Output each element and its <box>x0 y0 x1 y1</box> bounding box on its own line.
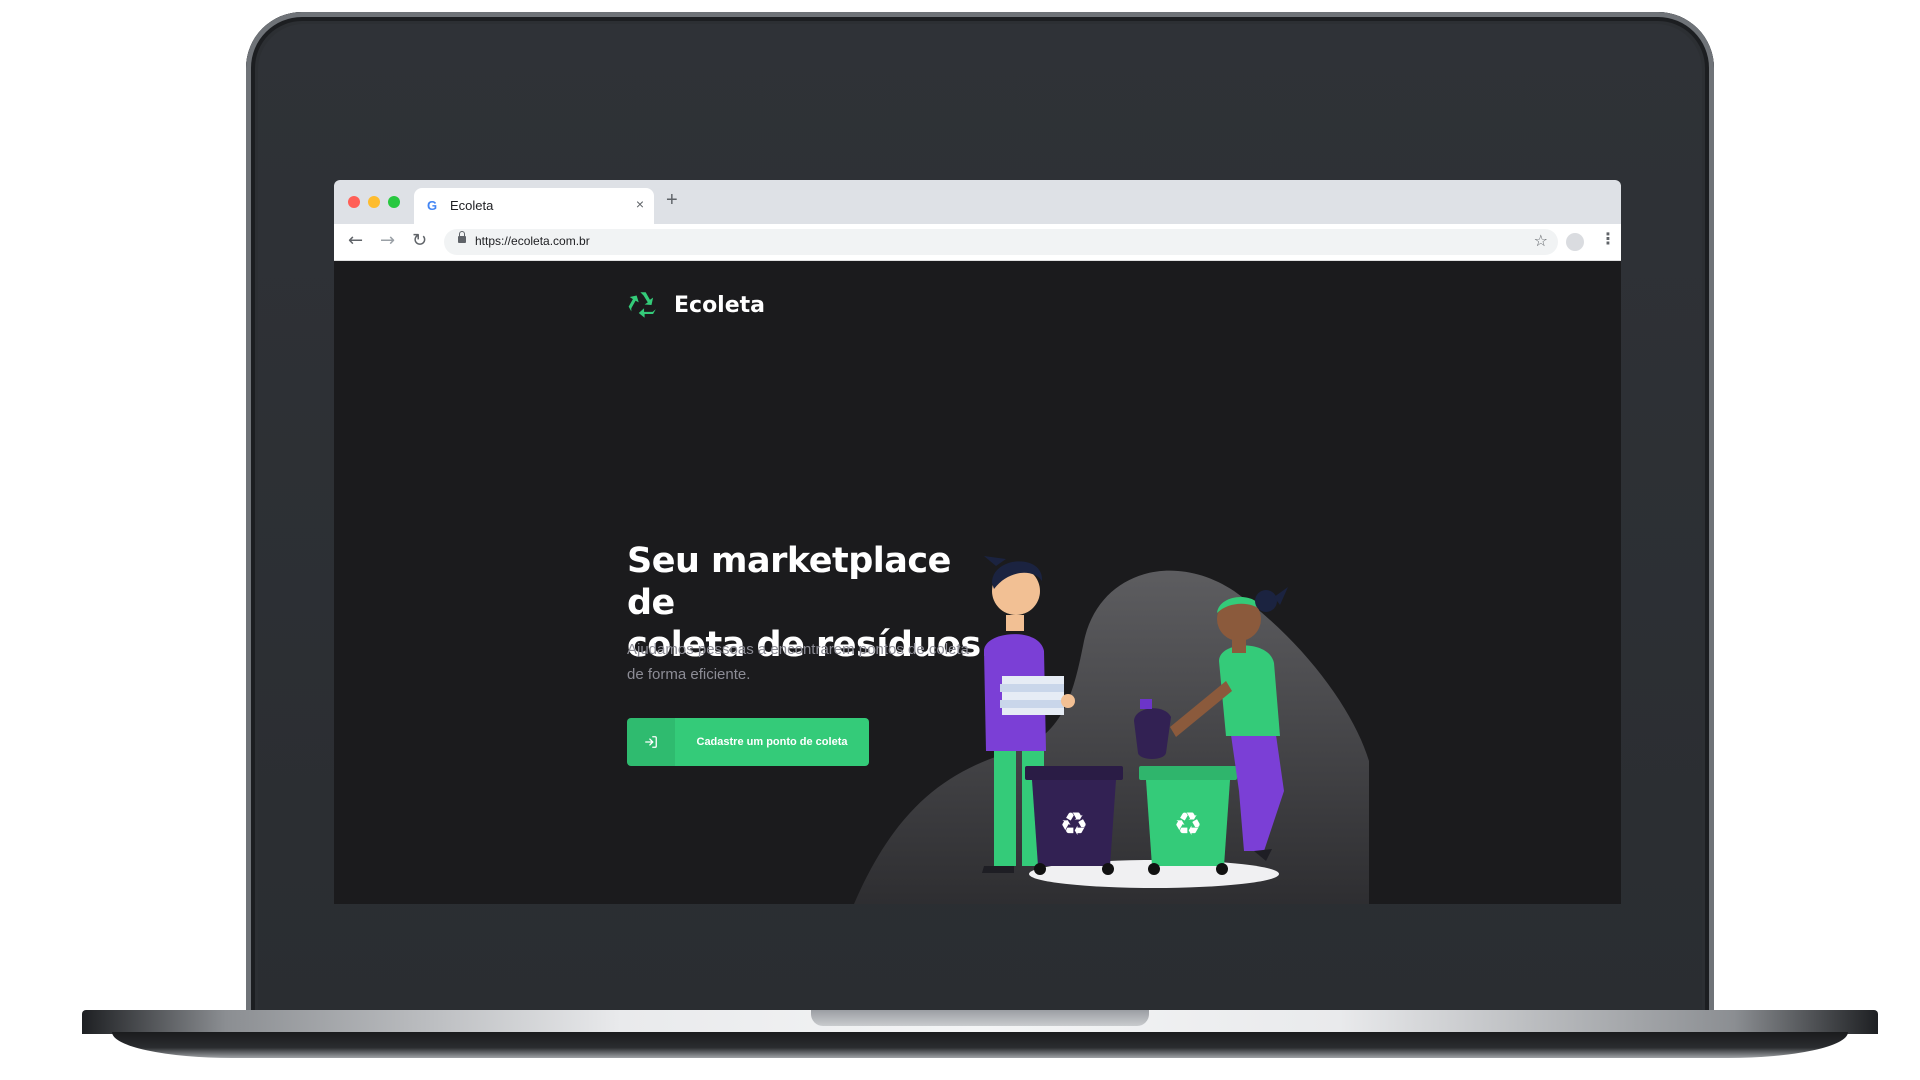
browser-window: G Ecoleta × + ← → ↻ https://ecoleta.com.… <box>334 180 1621 904</box>
svg-text:♻: ♻ <box>1060 805 1089 843</box>
register-collection-point-button[interactable]: Cadastre um ponto de coleta <box>627 718 869 766</box>
cta-icon-box <box>627 718 675 766</box>
browser-toolbar: ← → ↻ https://ecoleta.com.br ☆ ⋮ <box>334 224 1621 261</box>
google-g-icon: G <box>427 198 438 213</box>
profile-avatar[interactable] <box>1566 233 1584 251</box>
address-bar[interactable]: https://ecoleta.com.br ☆ <box>444 229 1558 255</box>
arrow-left-icon[interactable]: ← <box>348 230 363 252</box>
arrow-right-icon[interactable]: → <box>380 230 395 252</box>
new-tab-icon[interactable]: + <box>666 189 678 212</box>
dark-recycle-bin: ♻ <box>1025 766 1123 875</box>
url-text[interactable]: https://ecoleta.com.br <box>475 234 590 248</box>
subtitle-line-2: de forma eficiente. <box>627 666 751 683</box>
laptop-foot <box>112 1032 1848 1058</box>
close-window-button[interactable] <box>348 196 360 208</box>
tab-title: Ecoleta <box>450 198 494 213</box>
tab-strip: G Ecoleta × + <box>334 180 1621 224</box>
brand-name: Ecoleta <box>674 292 766 318</box>
kebab-menu-icon[interactable]: ⋮ <box>1600 229 1616 248</box>
star-icon[interactable]: ☆ <box>1534 231 1548 250</box>
laptop-notch <box>811 1010 1149 1026</box>
close-tab-icon[interactable]: × <box>636 196 644 212</box>
tab-ecoleta[interactable]: G Ecoleta × <box>414 188 654 224</box>
lock-icon <box>458 231 466 243</box>
recycle-icon <box>628 292 656 318</box>
recycling-people-illustration: ♻ ♻ <box>854 556 1369 904</box>
green-recycle-bin: ♻ <box>1139 766 1237 875</box>
log-in-icon <box>645 736 657 748</box>
brand-logo[interactable]: Ecoleta <box>626 288 765 322</box>
svg-text:♻: ♻ <box>1174 805 1203 843</box>
page-content: Ecoleta Seu marketplace de coleta de res… <box>334 261 1621 904</box>
maximize-window-button[interactable] <box>388 196 400 208</box>
reload-icon[interactable]: ↻ <box>412 230 427 252</box>
background-blob <box>854 570 1369 904</box>
minimize-window-button[interactable] <box>368 196 380 208</box>
